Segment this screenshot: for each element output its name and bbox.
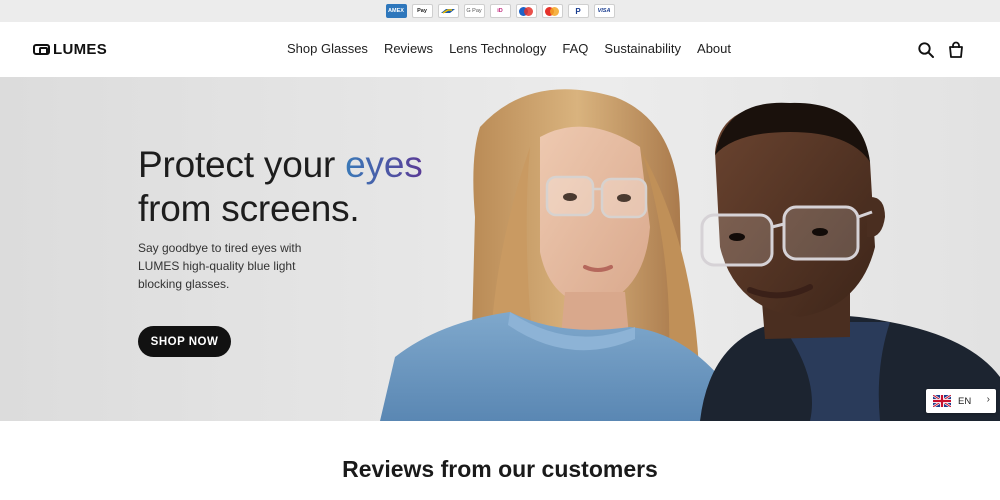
paypal-label: P (575, 6, 581, 16)
google-pay-icon: G Pay (463, 4, 485, 18)
shop-now-button[interactable]: SHOP NOW (138, 326, 231, 357)
ideal-label: iD (497, 8, 503, 14)
mastercard-icon (541, 4, 563, 18)
search-icon[interactable] (917, 41, 935, 59)
cart-icon[interactable] (947, 41, 965, 59)
hero-subtitle: Say goodbye to tired eyes with LUMES hig… (138, 241, 302, 291)
nav-reviews[interactable]: Reviews (384, 41, 433, 56)
reviews-section-title: Reviews from our customers (342, 456, 658, 482)
hero-banner: Protect your eyes from screens. Say good… (0, 77, 1000, 421)
chevron-right-icon: › (986, 394, 990, 405)
language-code: EN (958, 395, 972, 407)
ideal-icon: iD (489, 4, 511, 18)
hero-models-photo (380, 89, 1000, 421)
nav-faq[interactable]: FAQ (562, 41, 588, 56)
logo[interactable]: LUMES (33, 41, 107, 58)
bancontact-icon (437, 4, 459, 18)
visa-icon: VISA (593, 4, 615, 18)
language-selector[interactable]: EN › (926, 389, 996, 413)
payment-methods-bar: AMEX Pay G Pay iD P VISA (0, 0, 1000, 22)
google-pay-label: G Pay (466, 8, 482, 14)
visa-label: VISA (597, 8, 611, 14)
nav-lens-technology[interactable]: Lens Technology (449, 41, 546, 56)
uk-flag-icon (933, 395, 951, 407)
nav-about[interactable]: About (697, 41, 731, 56)
hero-title-part1: Protect your (138, 144, 346, 185)
amex-icon: AMEX (385, 4, 407, 18)
hero-title-line2: from screens. (138, 188, 360, 229)
amex-label: AMEX (388, 8, 404, 14)
logo-text: LUMES (53, 41, 107, 58)
logo-mark-icon (33, 44, 50, 55)
site-header: LUMES Shop Glasses Reviews Lens Technolo… (0, 22, 1000, 77)
maestro-icon (515, 4, 537, 18)
apple-pay-icon: Pay (411, 4, 433, 18)
apple-pay-label: Pay (417, 8, 427, 14)
paypal-icon: P (567, 4, 589, 18)
nav-sustainability[interactable]: Sustainability (604, 41, 681, 56)
main-nav: Shop Glasses Reviews Lens Technology FAQ… (287, 41, 731, 56)
nav-shop-glasses[interactable]: Shop Glasses (287, 41, 368, 56)
